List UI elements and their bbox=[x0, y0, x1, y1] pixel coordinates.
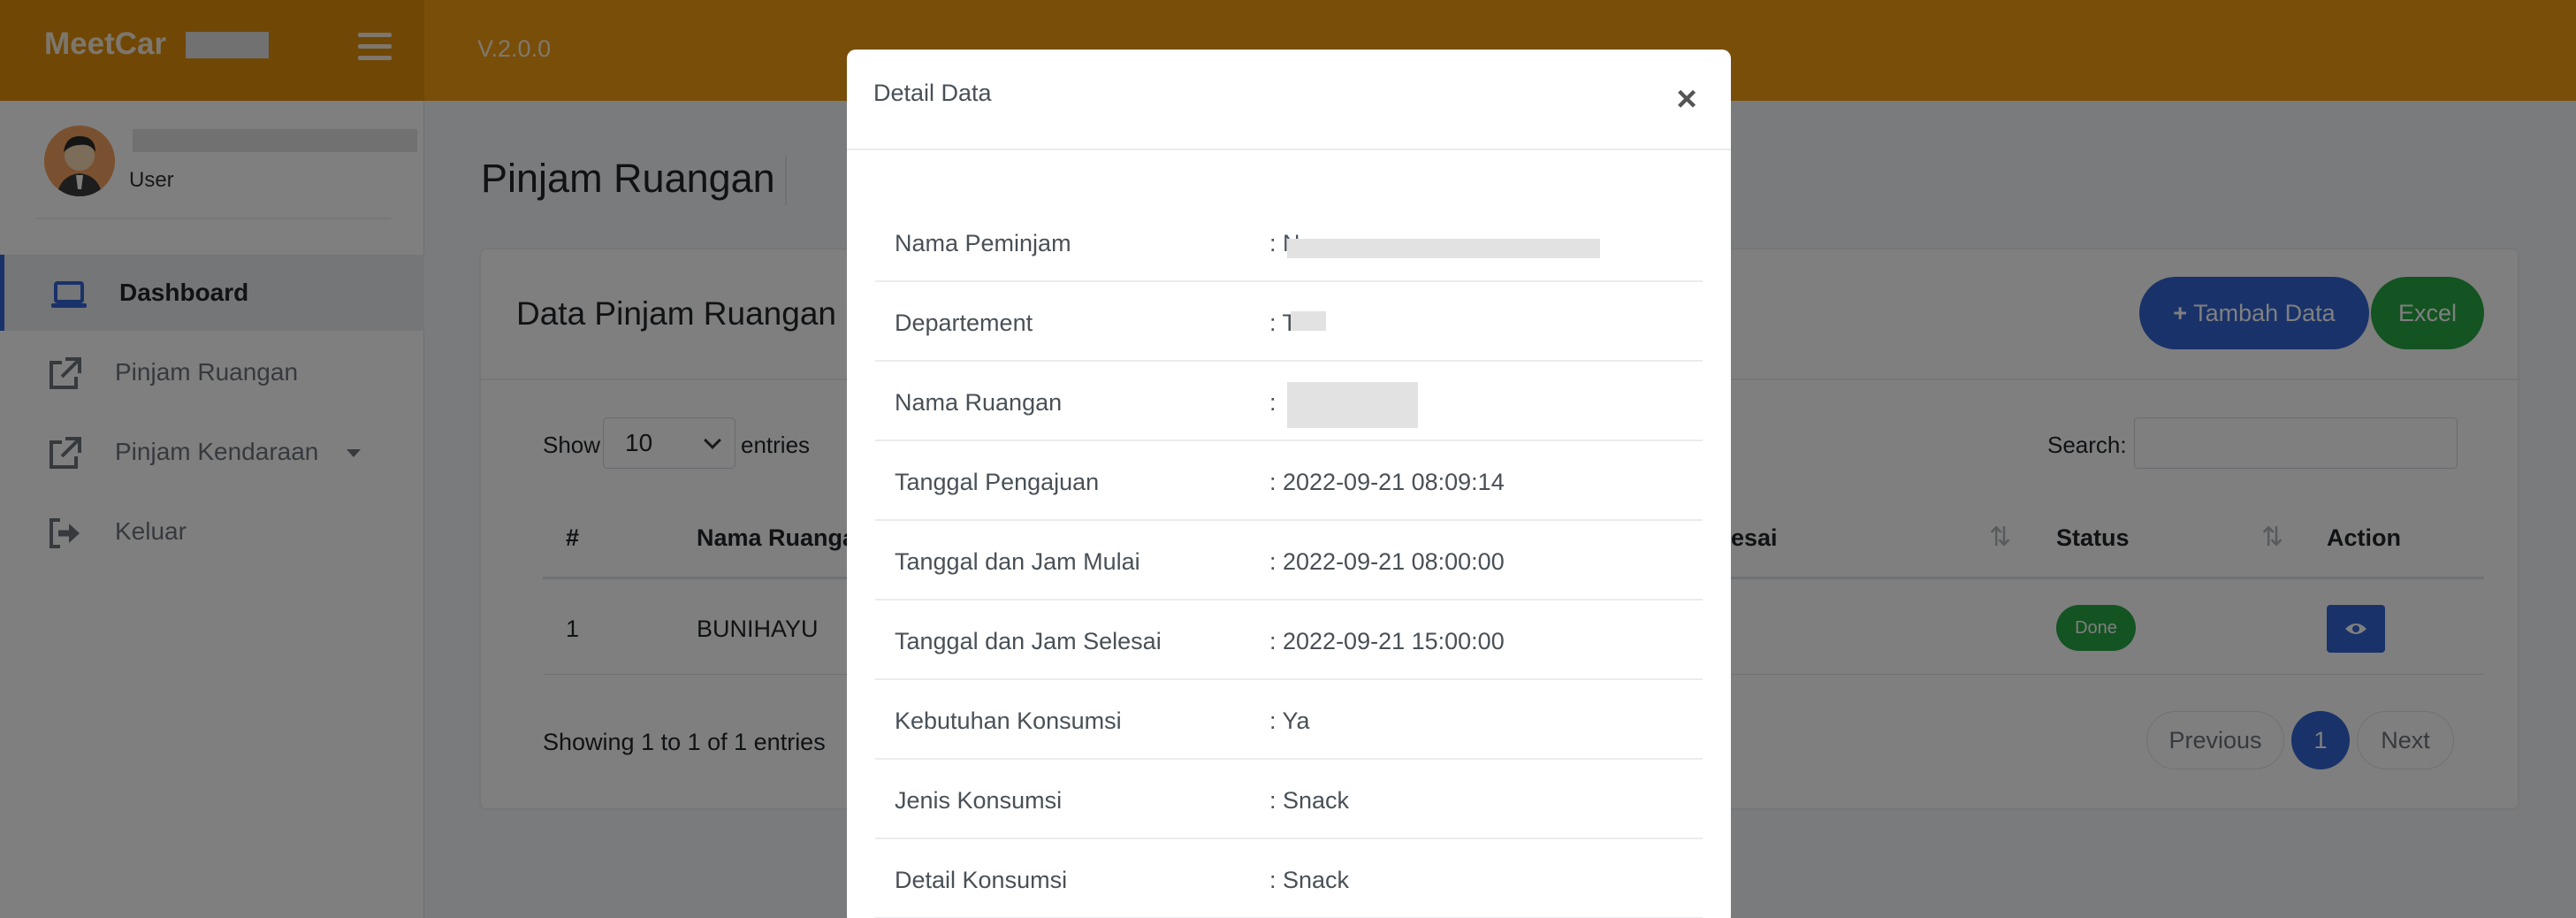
redacted-value bbox=[1287, 239, 1600, 258]
detail-value: : Snack bbox=[1269, 787, 1350, 814]
detail-label: Nama Peminjam bbox=[895, 230, 1071, 256]
detail-modal: Detail Data × Nama Peminjam : N Departem… bbox=[847, 50, 1731, 918]
detail-row-jenis-konsumsi: Jenis Konsumsi : Snack bbox=[875, 761, 1703, 839]
detail-row-departement: Departement : T bbox=[875, 283, 1703, 362]
detail-label: Tanggal dan Jam Selesai bbox=[895, 628, 1162, 654]
redacted-value bbox=[1287, 382, 1418, 428]
detail-row-tanggal-selesai: Tanggal dan Jam Selesai : 2022-09-21 15:… bbox=[875, 601, 1703, 680]
detail-row-tanggal-mulai: Tanggal dan Jam Mulai : 2022-09-21 08:00… bbox=[875, 522, 1703, 601]
detail-row-nama-peminjam: Nama Peminjam : N bbox=[875, 203, 1703, 282]
modal-header: Detail Data × bbox=[847, 50, 1731, 150]
detail-row-nama-ruangan: Nama Ruangan : bbox=[875, 363, 1703, 441]
detail-value: : 2022-09-21 08:00:00 bbox=[1269, 548, 1505, 575]
redacted-value bbox=[1291, 311, 1326, 331]
detail-label: Tanggal Pengajuan bbox=[895, 469, 1100, 495]
modal-title: Detail Data bbox=[873, 80, 992, 106]
detail-value: : 2022-09-21 08:09:14 bbox=[1269, 469, 1505, 495]
detail-label: Departement bbox=[895, 310, 1033, 336]
detail-value: : bbox=[1269, 389, 1277, 416]
detail-row-tanggal-pengajuan: Tanggal Pengajuan : 2022-09-21 08:09:14 bbox=[875, 442, 1703, 521]
detail-row-kebutuhan-konsumsi: Kebutuhan Konsumsi : Ya bbox=[875, 681, 1703, 760]
detail-label: Kebutuhan Konsumsi bbox=[895, 708, 1122, 734]
detail-row-detail-konsumsi: Detail Konsumsi : Snack bbox=[875, 840, 1703, 918]
close-icon[interactable]: × bbox=[1669, 81, 1704, 117]
detail-label: Nama Ruangan bbox=[895, 389, 1063, 416]
detail-label: Jenis Konsumsi bbox=[895, 787, 1063, 814]
detail-value: : Ya bbox=[1269, 708, 1310, 734]
detail-label: Tanggal dan Jam Mulai bbox=[895, 548, 1140, 575]
detail-label: Detail Konsumsi bbox=[895, 867, 1068, 893]
detail-value: : 2022-09-21 15:00:00 bbox=[1269, 628, 1505, 654]
detail-value: : Snack bbox=[1269, 867, 1350, 893]
